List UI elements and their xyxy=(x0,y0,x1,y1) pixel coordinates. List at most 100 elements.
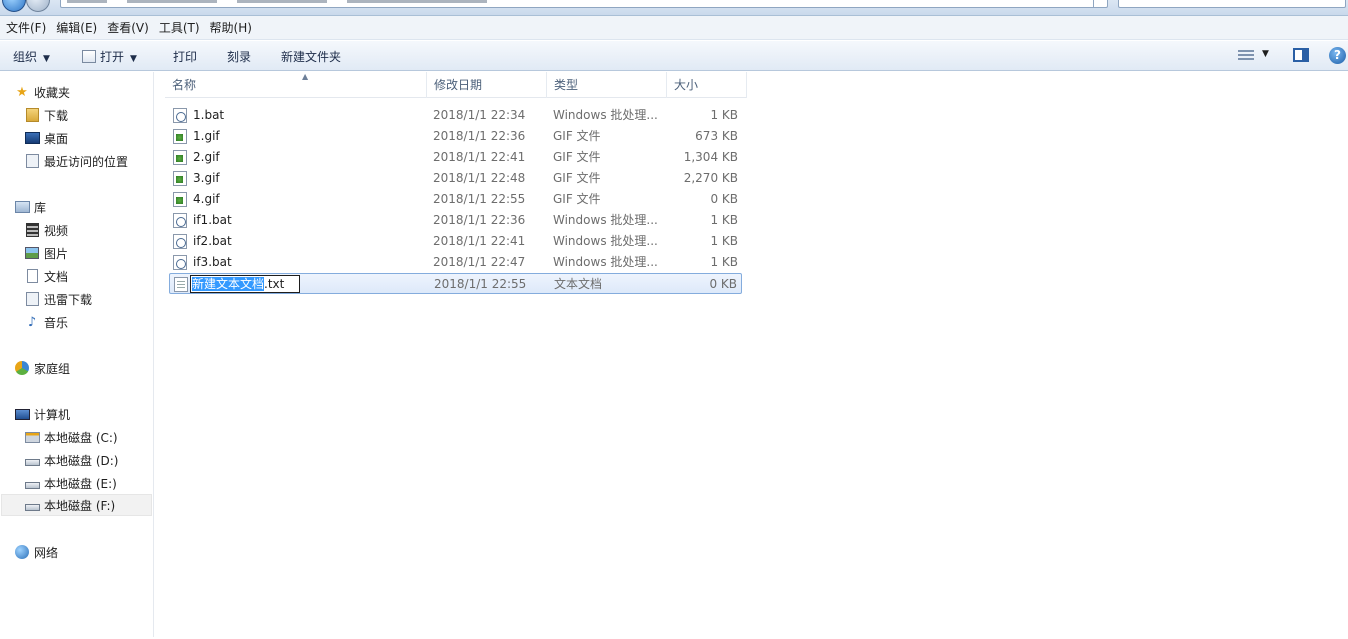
nav-label: 家庭组 xyxy=(34,361,71,376)
search-input[interactable] xyxy=(1118,0,1346,8)
nav-label: 本地磁盘 (D:) xyxy=(44,453,119,468)
nav-label: 本地磁盘 (F:) xyxy=(44,498,116,513)
homegroup-icon xyxy=(14,360,30,376)
chevron-down-icon[interactable]: ▼ xyxy=(1262,49,1269,59)
menu-help[interactable]: 帮助(H) xyxy=(208,19,260,36)
nav-videos[interactable]: 视频 xyxy=(24,219,68,241)
address-dropdown-button[interactable] xyxy=(1093,0,1113,8)
menu-view[interactable]: 查看(V) xyxy=(105,19,157,36)
gif-icon xyxy=(173,192,187,207)
file-date: 2018/1/1 22:48 xyxy=(433,171,526,185)
file-row[interactable]: if1.bat 2018/1/1 22:36 Windows 批处理... 1 KB xyxy=(169,210,742,231)
file-name: 1.bat xyxy=(193,108,225,122)
file-date: 2018/1/1 22:34 xyxy=(433,108,526,122)
file-size: 1,304 KB xyxy=(683,150,738,164)
nav-pictures[interactable]: 图片 xyxy=(24,242,68,264)
file-type: GIF 文件 xyxy=(553,171,601,185)
view-options-icon[interactable] xyxy=(1238,50,1254,62)
file-row-editing[interactable]: 新建文本文档.txt 2018/1/1 22:55 文本文档 0 KB xyxy=(169,273,742,294)
nav-documents[interactable]: 文档 xyxy=(24,265,68,287)
column-type[interactable]: 类型 xyxy=(547,72,667,98)
menu-bar: 文件(F) 编辑(E) 查看(V) 工具(T) 帮助(H) xyxy=(0,16,1348,40)
file-row[interactable]: if3.bat 2018/1/1 22:47 Windows 批处理... 1 KB xyxy=(169,252,742,273)
open-icon xyxy=(82,50,96,63)
file-row[interactable]: 1.bat 2018/1/1 22:34 Windows 批处理... 1 KB xyxy=(169,105,742,126)
menu-tools[interactable]: 工具(T) xyxy=(157,19,208,36)
file-size: 1 KB xyxy=(710,255,738,269)
file-name: if2.bat xyxy=(193,234,232,248)
file-row[interactable]: if2.bat 2018/1/1 22:41 Windows 批处理... 1 KB xyxy=(169,231,742,252)
command-bar: 组织 ▼ 打开 ▼ 打印 刻录 新建文件夹 ▼ ? xyxy=(0,41,1348,71)
bat-icon xyxy=(173,234,187,249)
file-name: if3.bat xyxy=(193,255,232,269)
nav-label: 计算机 xyxy=(34,407,71,422)
download-folder-icon xyxy=(24,107,40,123)
open-button[interactable]: 打开 ▼ xyxy=(82,48,137,65)
nav-recent[interactable]: 最近访问的位置 xyxy=(24,150,128,172)
gif-icon xyxy=(173,129,187,144)
column-date[interactable]: 修改日期 xyxy=(427,72,547,98)
gif-icon xyxy=(173,171,187,186)
nav-network[interactable]: 网络 xyxy=(14,541,58,563)
address-strip xyxy=(0,0,1348,16)
bat-icon xyxy=(173,108,187,123)
nav-drive-d[interactable]: 本地磁盘 (D:) xyxy=(24,449,118,471)
file-row[interactable]: 2.gif 2018/1/1 22:41 GIF 文件 1,304 KB xyxy=(169,147,742,168)
address-path xyxy=(67,0,487,3)
nav-label: 文档 xyxy=(44,269,69,284)
help-icon[interactable]: ? xyxy=(1329,47,1346,64)
file-type: Windows 批处理... xyxy=(553,213,658,227)
drive-icon xyxy=(24,475,40,491)
network-icon xyxy=(14,544,30,560)
music-icon: ♪ xyxy=(27,314,37,330)
file-list: 名称 ▲ 修改日期 类型 大小 1.bat 2018/1/1 22:34 Windo… xyxy=(155,72,1348,637)
rename-input[interactable]: 新建文本文档.txt xyxy=(190,275,300,293)
nav-favorites[interactable]: ★ 收藏夹 xyxy=(14,81,70,103)
file-type: GIF 文件 xyxy=(553,192,601,206)
new-folder-button[interactable]: 新建文件夹 xyxy=(281,48,341,65)
document-icon xyxy=(24,268,40,284)
organize-button[interactable]: 组织 ▼ xyxy=(13,48,50,65)
nav-libraries[interactable]: 库 xyxy=(14,196,46,218)
system-drive-icon xyxy=(24,429,40,445)
nav-computer[interactable]: 计算机 xyxy=(14,403,70,425)
column-size[interactable]: 大小 xyxy=(667,72,747,98)
file-name: 3.gif xyxy=(193,171,220,185)
picture-icon xyxy=(24,245,40,261)
nav-music[interactable]: ♪ 音乐 xyxy=(24,311,68,333)
nav-desktop[interactable]: 桌面 xyxy=(24,127,68,149)
back-button[interactable] xyxy=(2,0,26,12)
nav-drive-c[interactable]: 本地磁盘 (C:) xyxy=(24,426,118,448)
nav-thunder-download[interactable]: 迅雷下载 xyxy=(24,288,92,310)
file-type: Windows 批处理... xyxy=(553,255,658,269)
preview-pane-button[interactable] xyxy=(1293,48,1309,62)
nav-label: 本地磁盘 (E:) xyxy=(44,476,117,491)
nav-label: 迅雷下载 xyxy=(44,292,93,307)
file-row[interactable]: 3.gif 2018/1/1 22:48 GIF 文件 2,270 KB xyxy=(169,168,742,189)
nav-drive-e[interactable]: 本地磁盘 (E:) xyxy=(24,472,117,494)
forward-button[interactable] xyxy=(26,0,50,12)
nav-downloads[interactable]: 下载 xyxy=(24,104,68,126)
nav-label: 网络 xyxy=(34,545,59,560)
column-name[interactable]: 名称 xyxy=(165,72,427,98)
print-button[interactable]: 打印 xyxy=(173,48,197,65)
menu-file[interactable]: 文件(F) xyxy=(4,19,54,36)
nav-label: 视频 xyxy=(44,223,69,238)
nav-homegroup[interactable]: 家庭组 xyxy=(14,357,70,379)
file-row[interactable]: 1.gif 2018/1/1 22:36 GIF 文件 673 KB xyxy=(169,126,742,147)
thunder-folder-icon xyxy=(24,291,40,307)
file-size: 1 KB xyxy=(710,213,738,227)
nav-drive-f[interactable]: 本地磁盘 (F:) xyxy=(1,494,152,516)
address-bar[interactable] xyxy=(60,0,1108,8)
file-row[interactable]: 4.gif 2018/1/1 22:55 GIF 文件 0 KB xyxy=(169,189,742,210)
bat-icon xyxy=(173,213,187,228)
file-size: 673 KB xyxy=(695,129,738,143)
desktop-icon xyxy=(24,130,40,146)
video-icon xyxy=(24,222,40,238)
drive-icon xyxy=(24,497,40,513)
file-name: 4.gif xyxy=(193,192,220,206)
drive-icon xyxy=(24,452,40,468)
burn-button[interactable]: 刻录 xyxy=(227,48,251,65)
file-type: GIF 文件 xyxy=(553,129,601,143)
menu-edit[interactable]: 编辑(E) xyxy=(54,19,105,36)
